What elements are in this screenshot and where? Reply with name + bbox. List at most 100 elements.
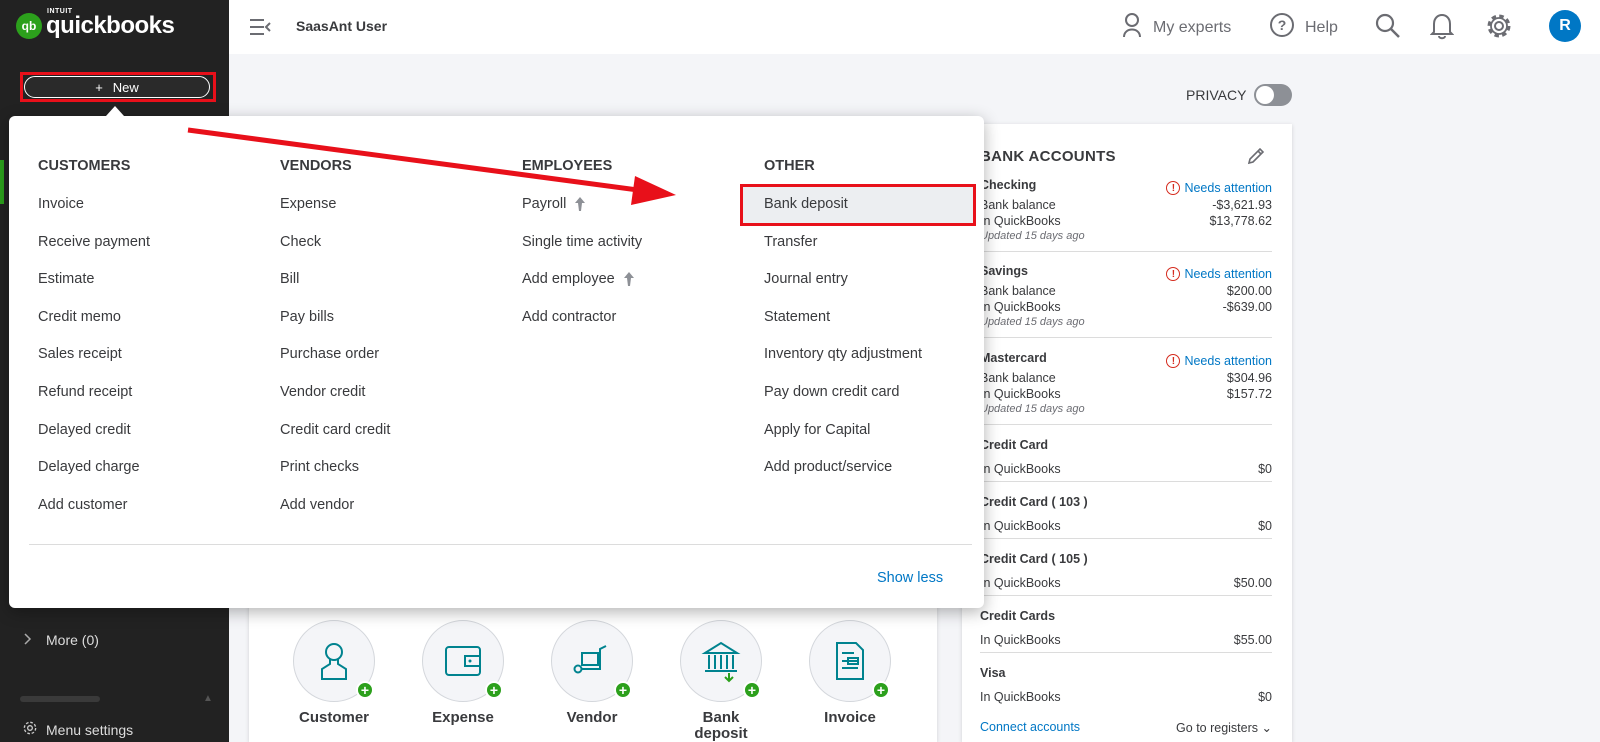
- privacy-toggle-group[interactable]: PRIVACY: [1186, 84, 1293, 106]
- menu-item[interactable]: Transfer: [764, 220, 922, 258]
- menu-item[interactable]: Add contractor: [522, 295, 642, 333]
- menu-item-label: Payroll: [522, 196, 567, 212]
- privacy-label: PRIVACY: [1186, 87, 1247, 103]
- in-quickbooks-value: -$639.00: [1222, 300, 1272, 314]
- bank-accounts-card: BANK ACCOUNTS Checking! Needs attention B…: [962, 124, 1292, 742]
- add-plus-icon: +: [743, 681, 761, 699]
- menu-item[interactable]: Print checks: [280, 445, 390, 483]
- updated-timestamp: Updated 15 days ago: [980, 230, 1085, 242]
- help-button[interactable]: ? Help: [1269, 12, 1338, 43]
- privacy-toggle[interactable]: [1254, 84, 1293, 106]
- in-quickbooks-value: $0: [1258, 519, 1272, 533]
- bank-account-row[interactable]: Savings! Needs attention Bank balance $200…: [980, 264, 1272, 338]
- menu-settings-label: Menu settings: [46, 721, 134, 738]
- notifications-bell-icon[interactable]: [1429, 12, 1455, 45]
- chevron-up-icon[interactable]: ▲: [203, 693, 213, 704]
- top-bar: SaasAnt User My experts ? Help R: [229, 0, 1600, 54]
- shortcut-invoice[interactable]: + Invoice: [805, 620, 895, 726]
- menu-item-add-employee[interactable]: Add employee: [522, 257, 642, 295]
- menu-item[interactable]: Credit memo: [38, 295, 150, 333]
- new-button[interactable]: + New: [24, 76, 210, 98]
- in-quickbooks-label: In QuickBooks: [980, 576, 1061, 590]
- quickbooks-logo[interactable]: qb INTUIT quickbooks: [16, 8, 175, 40]
- needs-attention-link[interactable]: ! Needs attention: [1166, 351, 1272, 371]
- bank-account-row[interactable]: Checking! Needs attention Bank balance -$3…: [980, 178, 1272, 252]
- settings-gear-icon[interactable]: [1485, 12, 1513, 45]
- pencil-edit-icon[interactable]: [1246, 146, 1266, 171]
- my-experts-button[interactable]: My experts: [1121, 12, 1231, 43]
- shortcut-label: Customer: [298, 709, 369, 726]
- add-plus-icon: +: [614, 681, 632, 699]
- connect-accounts-link[interactable]: Connect accounts: [980, 720, 1080, 735]
- chevron-right-icon: [24, 632, 32, 648]
- go-to-registers-label: Go to registers: [1176, 721, 1259, 735]
- menu-item[interactable]: Delayed credit: [38, 408, 150, 446]
- menu-item[interactable]: Bill: [280, 257, 390, 295]
- bank-balance-value: $304.96: [1226, 371, 1272, 385]
- menu-item[interactable]: Add vendor: [280, 483, 390, 521]
- menu-item[interactable]: Pay bills: [280, 295, 390, 333]
- shortcut-bank-deposit[interactable]: + Bank deposit: [676, 620, 766, 742]
- menu-item[interactable]: Expense: [280, 182, 390, 220]
- sidebar-item-more[interactable]: More (0): [24, 632, 99, 648]
- menu-item[interactable]: Receive payment: [38, 220, 150, 258]
- column-title: VENDORS: [280, 158, 352, 174]
- user-avatar[interactable]: R: [1549, 10, 1581, 42]
- menu-item-bank-deposit[interactable]: Bank deposit: [764, 182, 922, 220]
- collapse-menu-icon[interactable]: [249, 16, 271, 42]
- menu-item[interactable]: Purchase order: [280, 332, 390, 370]
- menu-item[interactable]: Estimate: [38, 257, 150, 295]
- go-to-registers-dropdown[interactable]: Go to registers ⌄: [1176, 720, 1272, 735]
- shortcut-expense[interactable]: + Expense: [418, 620, 508, 726]
- shortcut-customer[interactable]: + Customer: [289, 620, 379, 726]
- menu-item[interactable]: Statement: [764, 295, 922, 333]
- menu-item[interactable]: Journal entry: [764, 257, 922, 295]
- updated-timestamp: Updated 15 days ago: [980, 316, 1085, 328]
- menu-item[interactable]: Credit card credit: [280, 408, 390, 446]
- add-plus-icon: +: [872, 681, 890, 699]
- menu-column-vendors: VENDORS Expense Check Bill Pay bills Pur…: [280, 158, 390, 520]
- menu-item[interactable]: Pay down credit card: [764, 370, 922, 408]
- menu-item[interactable]: Invoice: [38, 182, 150, 220]
- bank-account-row[interactable]: Mastercard! Needs attention Bank balance $…: [980, 351, 1272, 425]
- help-icon: ?: [1269, 12, 1295, 43]
- menu-column-other: OTHER Bank deposit Transfer Journal entr…: [764, 158, 922, 483]
- bank-account-row[interactable]: Credit Card ( 105 ) In QuickBooks $50.00: [980, 552, 1272, 596]
- account-name: Mastercard: [980, 351, 1047, 365]
- invoice-icon: +: [809, 620, 891, 702]
- needs-attention-link[interactable]: ! Needs attention: [1166, 178, 1272, 198]
- menu-settings-link[interactable]: Menu settings: [22, 720, 133, 739]
- needs-attention-link[interactable]: ! Needs attention: [1166, 264, 1272, 284]
- menu-item[interactable]: Vendor credit: [280, 370, 390, 408]
- bank-account-row[interactable]: Credit Card ( 103 ) In QuickBooks $0: [980, 495, 1272, 539]
- add-plus-icon: +: [485, 681, 503, 699]
- shortcut-label: Bank deposit: [694, 709, 748, 742]
- menu-item-payroll[interactable]: Payroll: [522, 182, 642, 220]
- bank-account-row[interactable]: Visa In QuickBooks $0: [980, 666, 1272, 710]
- menu-item[interactable]: Check: [280, 220, 390, 258]
- add-plus-icon: +: [356, 681, 374, 699]
- column-title: CUSTOMERS: [38, 158, 131, 174]
- menu-item[interactable]: Refund receipt: [38, 370, 150, 408]
- menu-item[interactable]: Apply for Capital: [764, 408, 922, 446]
- account-name: Checking: [980, 178, 1037, 192]
- menu-item[interactable]: Delayed charge: [38, 445, 150, 483]
- bank-account-row[interactable]: Credit Cards In QuickBooks $55.00: [980, 609, 1272, 653]
- shortcut-vendor[interactable]: + Vendor: [547, 620, 637, 726]
- in-quickbooks-value: $50.00: [1233, 576, 1272, 590]
- menu-item-label: Add employee: [522, 271, 615, 288]
- menu-item[interactable]: Sales receipt: [38, 332, 150, 370]
- menu-column-employees: EMPLOYEES Payroll Single time activity A…: [522, 158, 642, 332]
- menu-item[interactable]: Inventory qty adjustment: [764, 332, 922, 370]
- shortcut-label: Invoice: [824, 709, 876, 726]
- person-icon: [1121, 12, 1143, 43]
- bank-icon: +: [680, 620, 762, 702]
- menu-item[interactable]: Add customer: [38, 483, 150, 521]
- svg-text:?: ?: [1278, 17, 1287, 33]
- search-icon[interactable]: [1374, 12, 1402, 45]
- bank-account-row[interactable]: Credit Card In QuickBooks $0: [980, 438, 1272, 482]
- menu-item[interactable]: Single time activity: [522, 220, 642, 258]
- account-name: Credit Cards: [980, 609, 1056, 623]
- show-less-link[interactable]: Show less: [877, 570, 943, 586]
- menu-item[interactable]: Add product/service: [764, 445, 922, 483]
